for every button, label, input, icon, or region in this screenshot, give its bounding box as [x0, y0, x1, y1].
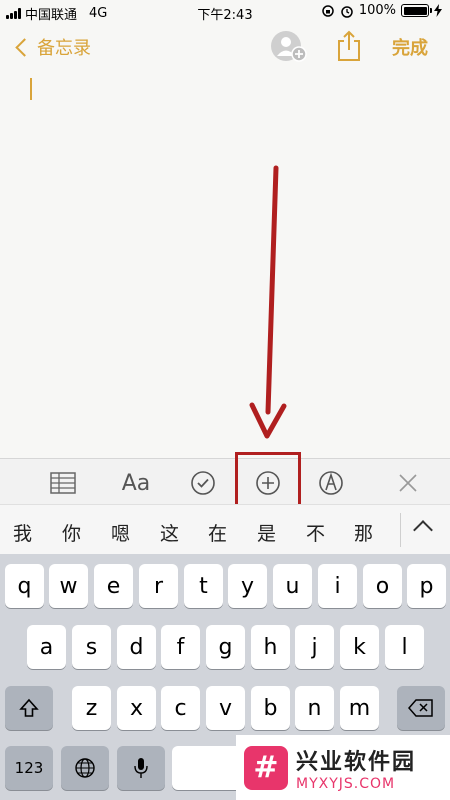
key-s[interactable]: s — [72, 625, 111, 669]
key-p[interactable]: p — [407, 564, 446, 608]
candidate-item[interactable]: 不 — [306, 519, 325, 546]
key-f[interactable]: f — [161, 625, 200, 669]
done-button[interactable]: 完成 — [392, 34, 428, 60]
key-t[interactable]: t — [184, 564, 223, 608]
candidate-item[interactable]: 你 — [62, 519, 81, 546]
key-b[interactable]: b — [251, 686, 290, 730]
key-i[interactable]: i — [318, 564, 357, 608]
key-c[interactable]: c — [161, 686, 200, 730]
key-u[interactable]: u — [273, 564, 312, 608]
add-people-icon — [271, 31, 307, 62]
nav-bar: 备忘录 完成 — [0, 24, 450, 68]
candidate-item[interactable]: 是 — [257, 519, 276, 546]
candidate-divider — [400, 513, 401, 547]
add-attachment-icon — [256, 471, 280, 495]
back-button[interactable]: 备忘录 — [14, 34, 91, 60]
key-h[interactable]: h — [251, 625, 290, 669]
delete-key[interactable] — [397, 686, 445, 730]
key-x[interactable]: x — [117, 686, 156, 730]
alarm-icon — [341, 5, 353, 18]
format-toolbar: Aa — [0, 458, 450, 504]
candidate-item[interactable]: 我 — [13, 519, 32, 546]
markup-button[interactable] — [317, 469, 345, 497]
text-cursor — [30, 78, 32, 100]
share-button[interactable] — [336, 30, 362, 66]
battery-percent: 100% — [358, 3, 396, 18]
status-right: 100% — [321, 3, 442, 18]
candidate-item[interactable]: 这 — [160, 519, 179, 546]
key-j[interactable]: j — [295, 625, 334, 669]
microphone-icon — [134, 758, 148, 778]
chevron-up-icon[interactable] — [413, 520, 433, 540]
candidate-bar: 我 你 嗯 这 在 是 不 那 — [0, 504, 450, 554]
charging-icon — [434, 4, 442, 17]
key-y[interactable]: y — [228, 564, 267, 608]
globe-key[interactable] — [61, 746, 109, 790]
chevron-left-icon — [15, 37, 34, 57]
rotation-lock-icon — [322, 4, 334, 17]
key-g[interactable]: g — [206, 625, 245, 669]
table-button[interactable] — [49, 469, 77, 497]
backspace-icon — [408, 699, 433, 717]
checklist-button[interactable] — [189, 469, 217, 497]
candidate-item[interactable]: 嗯 — [111, 519, 130, 546]
candidate-item[interactable]: 在 — [208, 519, 227, 546]
markup-icon — [319, 471, 343, 495]
key-r[interactable]: r — [139, 564, 178, 608]
key-n[interactable]: n — [295, 686, 334, 730]
close-icon — [399, 474, 417, 492]
watermark-title: 兴业软件园 — [296, 749, 417, 775]
dictation-key[interactable] — [117, 746, 165, 790]
share-icon — [338, 30, 360, 61]
battery-icon — [401, 4, 432, 17]
numbers-key[interactable]: 123 — [5, 746, 53, 790]
key-k[interactable]: k — [340, 625, 379, 669]
note-editor[interactable] — [0, 68, 450, 458]
watermark: # 兴业软件园 MYXYJS.COM — [236, 735, 450, 800]
globe-icon — [75, 758, 95, 778]
key-v[interactable]: v — [206, 686, 245, 730]
watermark-url: MYXYJS.COM — [296, 775, 396, 792]
battery-fill — [403, 6, 427, 15]
key-e[interactable]: e — [94, 564, 133, 608]
watermark-logo: # — [244, 745, 288, 790]
key-w[interactable]: w — [49, 564, 88, 608]
key-m[interactable]: m — [340, 686, 379, 730]
key-d[interactable]: d — [117, 625, 156, 669]
candidate-item[interactable]: 那 — [354, 519, 373, 546]
shift-icon — [19, 698, 39, 717]
key-o[interactable]: o — [363, 564, 402, 608]
key-z[interactable]: z — [72, 686, 111, 730]
watermark-text: 兴业软件园 MYXYJS.COM — [296, 744, 416, 792]
add-attachment-button[interactable] — [254, 469, 282, 497]
checklist-icon — [191, 471, 215, 495]
back-label: 备忘录 — [37, 38, 91, 59]
status-bar: 中国联通 4G 下午2:43 100% — [0, 0, 450, 24]
close-toolbar-button[interactable] — [394, 469, 422, 497]
add-people-button[interactable] — [270, 30, 310, 66]
key-q[interactable]: q — [5, 564, 44, 608]
shift-key[interactable] — [5, 686, 53, 730]
key-l[interactable]: l — [385, 625, 424, 669]
table-icon — [50, 472, 76, 494]
text-format-button[interactable]: Aa — [118, 469, 154, 497]
key-a[interactable]: a — [27, 625, 66, 669]
